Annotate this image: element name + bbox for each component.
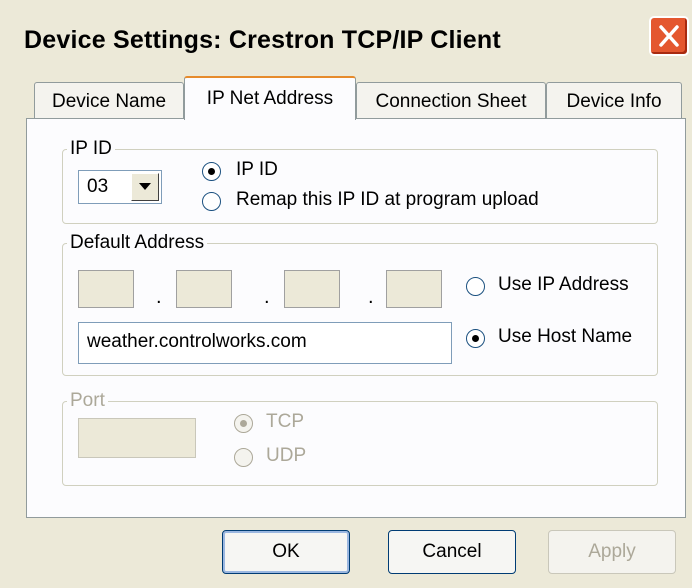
tab-connection-sheet[interactable]: Connection Sheet (356, 82, 546, 120)
close-icon (659, 25, 679, 47)
tab-device-name[interactable]: Device Name (34, 82, 184, 120)
close-button[interactable] (649, 16, 689, 56)
ip-separator: . (368, 286, 374, 308)
host-name-input[interactable]: weather.controlworks.com (78, 322, 452, 364)
host-name-value: weather.controlworks.com (87, 331, 307, 352)
ip-separator: . (156, 286, 162, 308)
ip-id-legend: IP ID (70, 138, 112, 159)
ip-octet-1[interactable] (78, 270, 134, 308)
port-legend: Port (70, 390, 105, 411)
radio-use-host-name[interactable] (466, 329, 485, 348)
ok-button[interactable]: OK (222, 530, 350, 574)
radio-remap-ip-id[interactable] (202, 192, 221, 211)
window-title: Device Settings: Crestron TCP/IP Client (24, 26, 501, 54)
radio-tcp-label: TCP (266, 411, 304, 432)
default-address-legend: Default Address (70, 232, 205, 253)
radio-tcp[interactable] (234, 414, 253, 433)
cancel-button[interactable]: Cancel (388, 530, 516, 574)
ip-octet-3[interactable] (284, 270, 340, 308)
tab-device-info[interactable]: Device Info (546, 82, 682, 120)
tab-ip-net-address[interactable]: IP Net Address (184, 76, 356, 120)
device-settings-dialog: Device Settings: Crestron TCP/IP Client … (0, 0, 692, 588)
radio-ip-id-label: IP ID (236, 159, 278, 180)
ip-octet-2[interactable] (176, 270, 232, 308)
radio-udp[interactable] (234, 448, 253, 467)
radio-ip-id[interactable] (202, 162, 221, 181)
ip-separator: . (264, 286, 270, 308)
radio-use-ip-address-label: Use IP Address (498, 274, 629, 295)
radio-remap-label: Remap this IP ID at program upload (236, 189, 539, 210)
radio-use-host-name-label: Use Host Name (498, 326, 633, 347)
title-bar[interactable]: Device Settings: Crestron TCP/IP Client (0, 0, 692, 74)
ip-id-value: 03 (87, 176, 109, 197)
port-input[interactable] (78, 418, 196, 458)
radio-use-ip-address[interactable] (466, 277, 485, 296)
radio-udp-label: UDP (266, 445, 307, 466)
ip-id-dropdown[interactable]: 03 (78, 170, 162, 204)
chevron-down-icon (139, 183, 151, 190)
dropdown-button[interactable] (131, 173, 159, 201)
apply-button[interactable]: Apply (548, 530, 676, 574)
ip-octet-4[interactable] (386, 270, 442, 308)
